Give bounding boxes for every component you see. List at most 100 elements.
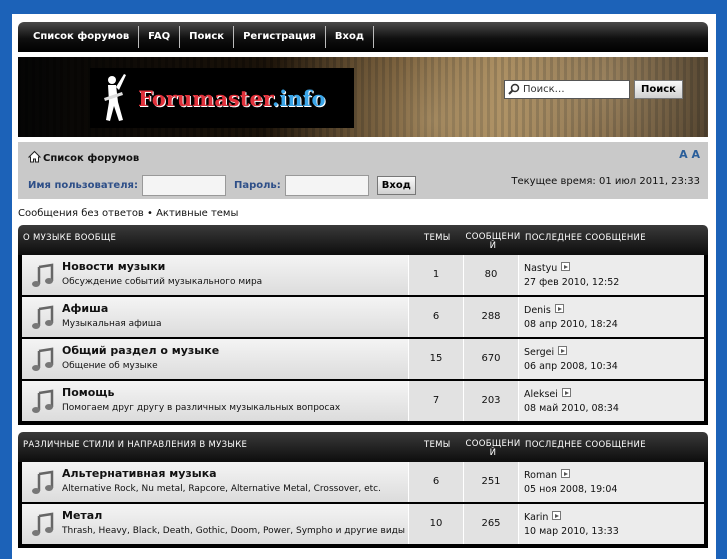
goto-post-icon[interactable] [561,388,572,401]
breadcrumb[interactable]: Список форумов [27,150,140,166]
forum-title[interactable]: Помощь [62,386,114,399]
last-post-date: 08 апр 2010, 18:24 [524,319,618,330]
forum-last-post: Roman 05 ноя 2008, 19:04 [519,462,704,502]
col-posts: СООБЩЕНИ Й [465,233,521,251]
forum-row[interactable]: Афиша Музыкальная афиша 6 288 Denis 08 а… [22,297,704,337]
forum-topics-count: 7 [409,381,464,421]
goto-post-icon[interactable] [561,469,571,482]
last-post-user[interactable]: Sergei [524,347,554,358]
search-button[interactable]: Поиск [634,80,683,99]
current-time: Текущее время: 01 июл 2011, 23:33 [511,176,700,187]
search-icon [508,83,520,98]
last-post-date: 06 апр 2008, 10:34 [524,361,618,372]
password-field[interactable] [284,175,369,196]
username-label: Имя пользователя: [28,180,138,191]
goto-post-icon[interactable] [552,511,562,524]
forum-info: Общий раздел о музыке Общение об музыке [22,339,409,379]
last-post-author: Roman [524,469,571,482]
col-topics: ТЕМЫ [424,440,451,450]
category-title[interactable]: РАЗЛИЧНЫЕ СТИЛИ И НАПРАВЛЕНИЯ В МУЗЫКЕ [23,440,247,450]
music-note-icon [30,263,56,292]
music-note-icon [30,305,56,334]
last-post-user[interactable]: Karin [524,512,548,523]
login-button[interactable]: Вход [376,176,416,195]
music-note-icon [30,389,56,418]
forum-info: Помощь Помогаем друг другу в различных м… [22,381,409,421]
forum-info: Метал Thrash, Heavy, Black, Death, Gothi… [22,504,409,544]
last-post-user[interactable]: Aleksei [524,389,558,400]
page: Список форумов FAQ Поиск Регистрация Вхо… [12,14,716,559]
forum-topics-count: 1 [409,255,464,295]
forum-posts-count: 80 [464,255,519,295]
nav-faq[interactable]: FAQ [139,26,181,48]
category-music-general: О МУЗЫКЕ ВООБЩЕ ТЕМЫ СООБЩЕНИ Й ПОСЛЕДНЕЕ… [18,225,708,425]
forum-title[interactable]: Новости музыки [62,260,165,273]
forum-topics-count: 15 [409,339,464,379]
forum-topics-count: 6 [409,462,464,502]
col-topics: ТЕМЫ [424,233,451,243]
nav-search[interactable]: Поиск [180,26,235,48]
forum-title[interactable]: Общий раздел о музыке [62,344,219,357]
last-post-date: 05 ноя 2008, 19:04 [524,484,618,495]
quick-links[interactable]: Сообщения без ответов • Активные темы [18,208,238,219]
category-header: РАЗЛИЧНЫЕ СТИЛИ И НАПРАВЛЕНИЯ В МУЗЫКЕ Т… [18,432,708,462]
nav-forum-list[interactable]: Список форумов [24,26,140,48]
font-resize-icon[interactable]: A A [679,148,700,161]
col-last-post: ПОСЛЕДНЕЕ СООБЩЕНИЕ [525,233,646,243]
goto-post-icon[interactable] [561,262,571,275]
search-input[interactable] [504,80,630,99]
search-box: Поиск [504,80,683,99]
category-header: О МУЗЫКЕ ВООБЩЕ ТЕМЫ СООБЩЕНИ Й ПОСЛЕДНЕЕ… [18,225,708,255]
last-post-date: 08 май 2010, 08:34 [524,403,619,414]
username-field[interactable] [141,175,226,196]
last-post-user[interactable]: Denis [524,305,551,316]
forum-last-post: Aleksei 08 май 2010, 08:34 [519,381,704,421]
top-nav: Список форумов FAQ Поиск Регистрация Вхо… [18,22,708,52]
forum-row[interactable]: Общий раздел о музыке Общение об музыке … [22,339,704,379]
col-posts-line2: Й [489,448,497,458]
password-label: Пароль: [233,180,281,191]
nav-register[interactable]: Регистрация [234,26,326,48]
goto-post-icon[interactable] [554,304,565,317]
forum-list: Новости музыки Обсуждение событий музыка… [18,255,708,425]
goto-post-icon[interactable] [558,346,568,359]
music-note-icon [30,512,56,541]
forum-description: Общение об музыке [62,361,158,371]
music-note-icon [30,470,56,499]
forum-posts-count: 251 [464,462,519,502]
breadcrumb-label: Список форумов [43,152,140,164]
forum-row[interactable]: Помощь Помогаем друг другу в различных м… [22,381,704,421]
music-note-icon [30,347,56,376]
last-post-user[interactable]: Nastyu [524,263,557,274]
forum-description: Музыкальная афиша [62,319,162,329]
last-post-user[interactable]: Roman [524,470,557,481]
last-post-date: 10 мар 2010, 13:33 [524,526,619,537]
login-panel: Список форумов A A Имя пользователя: Пар… [18,142,708,199]
site-logo[interactable]: Forumaster.info [90,68,354,128]
forum-description: Помогаем друг другу в различных музыкаль… [62,403,341,413]
home-icon [27,150,42,166]
forum-title[interactable]: Альтернативная музыка [62,467,217,480]
logo-main: Forumaster [138,85,272,111]
forum-list: Альтернативная музыка Alternative Rock, … [18,462,708,548]
col-last-post: ПОСЛЕДНЕЕ СООБЩЕНИЕ [525,440,646,450]
last-post-date: 27 фев 2010, 12:52 [524,277,620,288]
forum-last-post: Sergei 06 апр 2008, 10:34 [519,339,704,379]
logo-text: Forumaster.info [138,86,326,111]
col-posts-line2: Й [489,241,497,251]
category-music-styles: РАЗЛИЧНЫЕ СТИЛИ И НАПРАВЛЕНИЯ В МУЗЫКЕ Т… [18,432,708,548]
last-post-author: Aleksei [524,388,572,401]
last-post-author: Sergei [524,346,568,359]
last-post-author: Karin [524,511,562,524]
forum-title[interactable]: Афиша [62,302,108,315]
forum-info: Альтернативная музыка Alternative Rock, … [22,462,409,502]
forum-row[interactable]: Новости музыки Обсуждение событий музыка… [22,255,704,295]
logo-suffix: .info [271,85,326,111]
forum-title[interactable]: Метал [62,509,102,522]
forum-info: Новости музыки Обсуждение событий музыка… [22,255,409,295]
forum-description: Обсуждение событий музыкального мира [62,277,263,287]
category-title[interactable]: О МУЗЫКЕ ВООБЩЕ [23,233,116,243]
forum-row[interactable]: Альтернативная музыка Alternative Rock, … [22,462,704,502]
nav-login[interactable]: Вход [326,26,374,48]
forum-row[interactable]: Метал Thrash, Heavy, Black, Death, Gothi… [22,504,704,544]
